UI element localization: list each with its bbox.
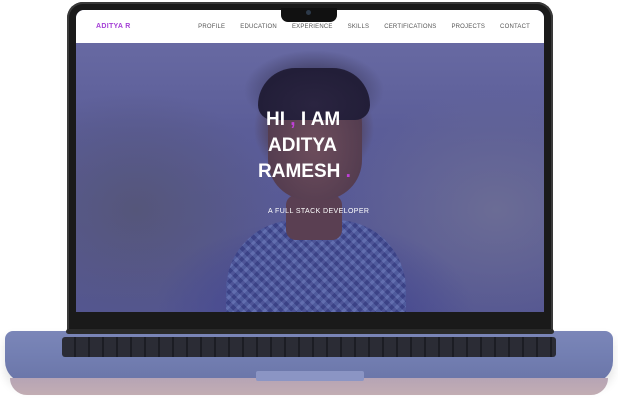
laptop-hinge — [66, 329, 554, 334]
brand-logo[interactable]: ADITYA R — [96, 23, 131, 30]
nav-links: PROFILE EDUCATION EXPERIENCE SKILLS CERT… — [198, 24, 530, 30]
hero-last-name: RAMESH — [258, 161, 341, 182]
nav-link-certifications[interactable]: CERTIFICATIONS — [384, 24, 436, 30]
hero-dot: . — [345, 161, 351, 182]
hero-heading: HI , I AM ADITYA RAMESH . — [258, 107, 386, 185]
hero-greeting-iam: I AM — [300, 109, 341, 130]
laptop-keyboard — [62, 337, 556, 357]
hero-last-name-line: RAMESH . — [258, 159, 386, 185]
hero-greeting-line: HI , I AM — [266, 107, 386, 133]
nav-link-projects[interactable]: PROJECTS — [451, 24, 485, 30]
camera-icon — [306, 10, 311, 15]
hero-person-neck — [286, 195, 342, 240]
hero-first-name: ADITYA — [268, 135, 337, 156]
hero-greeting-hi: HI — [266, 109, 285, 130]
laptop-screen: ADITYA R PROFILE EDUCATION EXPERIENCE SK… — [76, 10, 544, 312]
hero-subtitle: A FULL STACK DEVELOPER — [268, 208, 370, 215]
laptop-trackpad — [256, 371, 364, 381]
hero-greeting-comma: , — [290, 109, 296, 130]
nav-link-contact[interactable]: CONTACT — [500, 24, 530, 30]
nav-link-education[interactable]: EDUCATION — [240, 24, 277, 30]
nav-link-skills[interactable]: SKILLS — [348, 24, 370, 30]
nav-link-profile[interactable]: PROFILE — [198, 24, 225, 30]
nav-link-experience[interactable]: EXPERIENCE — [292, 24, 333, 30]
